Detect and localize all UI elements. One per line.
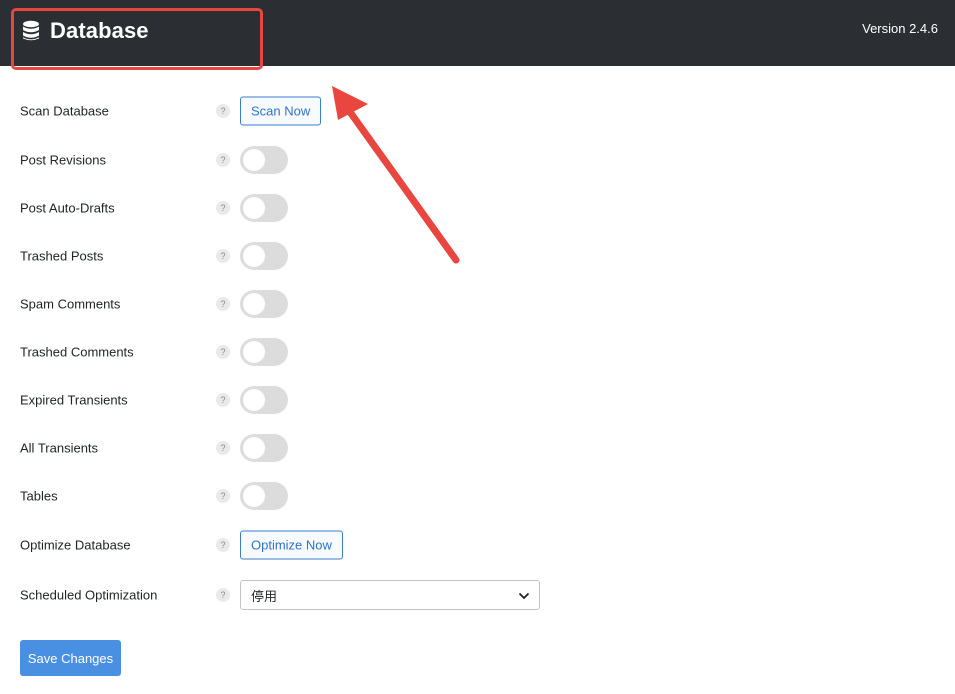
setting-control: Scan Now: [240, 96, 322, 126]
help-icon[interactable]: ?: [216, 345, 230, 359]
version-label: Version 2.4.6: [862, 21, 938, 36]
setting-control: [240, 194, 288, 222]
select-value: 停用: [251, 588, 278, 604]
help-icon[interactable]: ?: [216, 201, 230, 215]
setting-label: Scheduled Optimization: [20, 587, 158, 603]
spam-comments-toggle[interactable]: [240, 290, 288, 318]
toggle-knob: [243, 197, 265, 219]
optimize-now-button[interactable]: Optimize Now: [240, 530, 343, 560]
setting-label: Optimize Database: [20, 537, 131, 553]
help-icon[interactable]: ?: [216, 104, 230, 118]
setting-label: Scan Database: [20, 103, 109, 119]
toggle-knob: [243, 293, 265, 315]
setting-row-post-revisions: Post Revisions?: [20, 145, 580, 175]
save-changes-button[interactable]: Save Changes: [20, 640, 121, 676]
setting-label: Post Revisions: [20, 152, 106, 168]
toggle-knob: [243, 341, 265, 363]
toggle-knob: [243, 485, 265, 507]
setting-control: [240, 434, 288, 462]
trashed-posts-toggle[interactable]: [240, 242, 288, 270]
trashed-comments-toggle[interactable]: [240, 338, 288, 366]
setting-label: Spam Comments: [20, 296, 121, 312]
post-auto-drafts-toggle[interactable]: [240, 194, 288, 222]
setting-control: Optimize Now: [240, 530, 343, 560]
setting-row-optimize-database: Optimize Database? Optimize Now: [20, 530, 580, 560]
tables-toggle[interactable]: [240, 482, 288, 510]
setting-control: [240, 242, 288, 270]
help-icon[interactable]: ?: [216, 489, 230, 503]
setting-control: [240, 482, 288, 510]
toggle-knob: [243, 437, 265, 459]
setting-row-trashed-posts: Trashed Posts?: [20, 241, 580, 271]
setting-row-scan-database: Scan Database? Scan Now: [20, 96, 580, 126]
setting-label: Post Auto-Drafts: [20, 200, 115, 216]
toggle-knob: [243, 389, 265, 411]
setting-row-tables: Tables?: [20, 481, 580, 511]
setting-row-expired-transients: Expired Transients?: [20, 385, 580, 415]
setting-label: Trashed Posts: [20, 248, 104, 264]
help-icon[interactable]: ?: [216, 153, 230, 167]
post-revisions-toggle[interactable]: [240, 146, 288, 174]
all-transients-toggle[interactable]: [240, 434, 288, 462]
help-icon[interactable]: ?: [216, 249, 230, 263]
toggle-knob: [243, 245, 265, 267]
setting-row-all-transients: All Transients?: [20, 433, 580, 463]
setting-control: [240, 290, 288, 318]
scan-now-button[interactable]: Scan Now: [240, 96, 322, 126]
setting-label: Tables: [20, 488, 58, 504]
setting-control: [240, 338, 288, 366]
setting-label: Trashed Comments: [20, 344, 134, 360]
help-icon[interactable]: ?: [216, 441, 230, 455]
toggle-knob: [243, 149, 265, 171]
help-icon[interactable]: ?: [216, 538, 230, 552]
setting-row-trashed-comments: Trashed Comments?: [20, 337, 580, 367]
expired-transients-toggle[interactable]: [240, 386, 288, 414]
setting-row-scheduled-optimization: Scheduled Optimization? 停用: [20, 580, 580, 610]
scheduled-optimization-select[interactable]: 停用: [240, 580, 540, 610]
setting-control: [240, 146, 288, 174]
help-icon[interactable]: ?: [216, 297, 230, 311]
setting-row-post-auto-drafts: Post Auto-Drafts?: [20, 193, 580, 223]
help-icon[interactable]: ?: [216, 393, 230, 407]
setting-control: [240, 386, 288, 414]
chevron-down-icon: [518, 592, 530, 600]
help-icon[interactable]: ?: [216, 588, 230, 602]
setting-label: All Transients: [20, 440, 99, 456]
setting-row-spam-comments: Spam Comments?: [20, 289, 580, 319]
annotation-highlight-box: [11, 8, 263, 70]
setting-label: Expired Transients: [20, 392, 128, 408]
setting-control: 停用: [240, 580, 540, 610]
